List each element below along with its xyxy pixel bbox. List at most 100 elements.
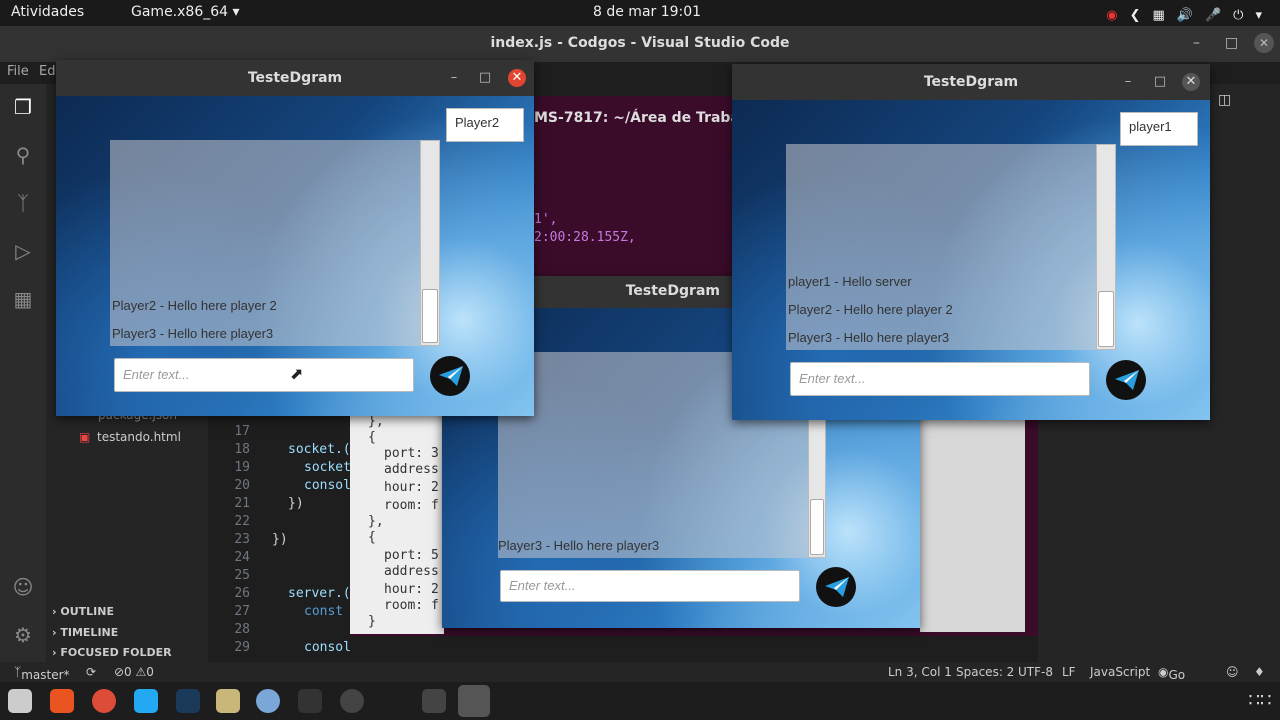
minimize-button[interactable]: – [1120,74,1136,90]
network-icon[interactable]: ▦ [1153,8,1165,23]
split-editor-icon[interactable]: ◫ [1218,92,1231,108]
clock[interactable]: 8 de mar 19:01 [593,4,701,20]
send-button[interactable] [1106,360,1146,400]
file-testando-html[interactable]: testando.html [97,430,181,444]
chevron-down-icon[interactable]: ▾ [1255,8,1262,23]
vscode-icon[interactable] [134,689,158,713]
player-name-box[interactable]: Player2 [446,108,524,142]
message-input[interactable]: Enter text... [500,570,800,602]
account-icon[interactable]: ☺ [10,574,36,600]
cursor-position[interactable]: Ln 3, Col 1 [888,665,952,679]
chat-message: player1 - Hello server [788,274,912,289]
send-icon [439,366,463,386]
feedback-icon[interactable]: ☺ [1226,665,1239,679]
line-ending[interactable]: LF [1062,665,1076,679]
bell-icon[interactable]: ♦ [1254,665,1265,679]
power-icon[interactable]: ⏻ [1233,8,1243,23]
line-number: 20 [234,478,250,493]
obs-dock-icon[interactable] [340,689,364,713]
explorer-icon[interactable]: ❐ [10,94,36,120]
files-icon[interactable] [8,689,32,713]
source-control-icon[interactable]: ᛉ [10,190,36,216]
app-window-player1[interactable]: TesteDgram – □ ✕ player1 player1 - Hello… [732,64,1210,420]
send-button[interactable] [816,567,856,607]
terminal-text: }, [368,414,384,429]
section-timeline[interactable]: › TIMELINE [52,626,118,639]
section-focused-folder[interactable]: › FOCUSED FOLDER [52,646,172,659]
chat-scrollbar[interactable] [1096,144,1116,350]
software-center-icon[interactable] [50,689,74,713]
activities-button[interactable]: Atividades [11,4,84,20]
message-input[interactable]: Enter text... [790,362,1090,396]
sync-icon[interactable]: ⟳ [86,665,96,679]
vscode-tray-icon[interactable]: ❮ [1130,8,1141,23]
minimize-button[interactable]: – [1193,26,1200,60]
line-number: 24 [234,550,250,565]
app-grid-icon[interactable]: ∷∷ [1248,689,1272,713]
unity-icon[interactable] [298,689,322,713]
window-titlebar[interactable]: TesteDgram – □ ✕ [732,64,1210,100]
system-tray[interactable]: ◉ ❮ ▦ 🔊 🎤 ⏻ ▾ [1106,4,1262,23]
terminal-icon[interactable] [422,689,446,713]
line-number: 21 [234,496,250,511]
close-button[interactable]: ✕ [1182,73,1200,91]
player-name-box[interactable]: player1 [1120,112,1198,146]
app-icon[interactable] [256,689,280,713]
indentation[interactable]: Spaces: 2 [956,665,1014,679]
mic-icon[interactable]: 🎤 [1205,8,1221,23]
code-line: consol [304,640,351,655]
code-line: socket.( [288,442,351,457]
section-timeline-label: TIMELINE [60,626,119,639]
gear-icon[interactable]: ⚙ [10,622,36,648]
window-title: TesteDgram [247,70,343,86]
close-button[interactable]: ✕ [1254,33,1274,53]
menu-file[interactable]: File [7,64,29,79]
chrome-icon[interactable] [92,689,116,713]
game-engine-icon[interactable] [216,689,240,713]
maximize-button[interactable]: □ [1225,26,1238,60]
send-button[interactable] [430,356,470,396]
maximize-button[interactable]: □ [477,70,493,86]
terminal-text: { [368,430,376,445]
section-outline[interactable]: › OUTLINE [52,605,114,618]
game-window-icon[interactable] [458,685,490,717]
gnome-top-bar: Atividades Game.x86_64 ▾ 8 de mar 19:01 … [0,0,1280,26]
window-titlebar[interactable]: TesteDgram – □ ✕ [56,60,534,96]
menu-edit[interactable]: Ed [39,64,55,79]
close-button[interactable]: ✕ [508,69,526,87]
window-title: TesteDgram [625,283,720,299]
extensions-icon[interactable]: ▦ [10,286,36,312]
branch-indicator[interactable]: ᛉ master* [14,665,70,682]
run-debug-icon[interactable]: ▷ [10,238,36,264]
message-input[interactable]: Enter text... [114,358,414,392]
line-number: 17 [234,424,250,439]
go-live-button[interactable]: ◉ Go Live [1158,665,1193,696]
terminal-text: address [384,564,439,579]
line-number: 22 [234,514,250,529]
minimize-button[interactable]: – [446,70,462,86]
app-menu[interactable]: Game.x86_64 ▾ [131,4,240,20]
app-window-player2[interactable]: TesteDgram – □ ✕ Player2 Player2 - Hello… [56,60,534,416]
steam-icon[interactable] [176,689,200,713]
code-line: }) [272,532,288,547]
search-icon[interactable]: ⚲ [10,142,36,168]
maximize-button[interactable]: □ [1152,74,1168,90]
obs-icon[interactable]: ◉ [1106,8,1117,23]
background-panel [920,420,1025,632]
code-line: server.( [288,586,351,601]
scrollbar-thumb[interactable] [422,289,438,343]
status-bar: ᛉ master* ⟳ ⊘0 ⚠0 Ln 3, Col 1 Spaces: 2 … [0,662,1280,696]
encoding[interactable]: UTF-8 [1018,665,1053,679]
volume-icon[interactable]: 🔊 [1177,8,1193,23]
code-line: const [304,604,344,619]
line-number: 23 [234,532,250,547]
problems-indicator[interactable]: ⊘0 ⚠0 [114,665,154,679]
language-mode[interactable]: JavaScript [1090,665,1150,679]
chat-message: Player2 - Hello here player 2 [788,302,953,317]
chat-scrollbar[interactable] [420,140,440,346]
scrollbar-thumb[interactable] [1098,291,1114,347]
send-icon [1115,370,1139,390]
terminal-text: port: 5 [384,548,439,563]
code-line: socket [304,460,351,475]
scrollbar-thumb[interactable] [810,499,824,555]
